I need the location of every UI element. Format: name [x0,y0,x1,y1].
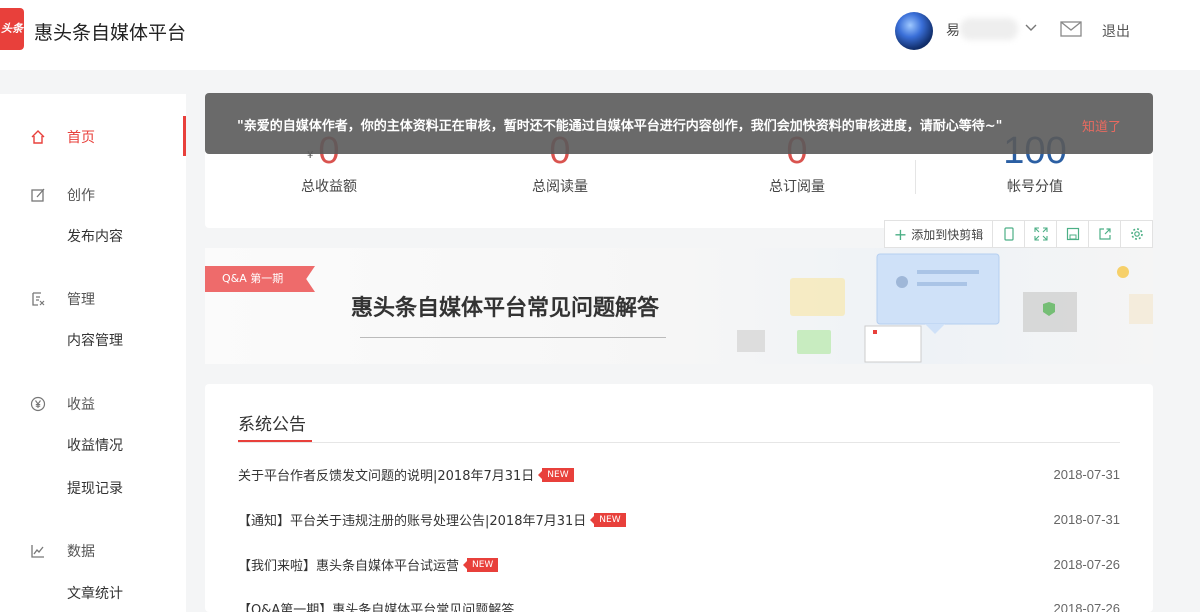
sidebar-item-publish[interactable]: 发布内容 [67,226,123,246]
stat-label: 总订阅量 [769,179,825,195]
sidebar-item-label: 首页 [67,130,95,146]
banner-illustration [737,253,1153,363]
avatar[interactable] [895,12,933,50]
announcements-card [205,384,1153,612]
announcements-divider [238,442,1120,443]
sidebar-item-income-status[interactable]: 收益情况 [67,435,123,455]
banner-divider [360,337,666,338]
chevron-down-icon[interactable] [1024,20,1038,34]
logo[interactable]: 头条 [0,8,24,50]
add-to-clip-label: 添加到快剪辑 [911,227,984,242]
notice-dismiss-button[interactable]: 知道了 [1082,116,1121,135]
mail-icon[interactable] [1060,20,1082,38]
sidebar-item-label: 管理 [67,292,95,308]
announcement-date: 2018-07-26 [1053,557,1121,572]
announcement-row[interactable]: 【通知】平台关于违规注册的账号处理公告|2018年7月31日 NEW 2018-… [238,510,1120,529]
stat-label: 总收益额 [301,179,357,195]
sidebar-item-data[interactable]: 数据 [30,541,95,561]
stat-divider [915,160,916,194]
username-blur [960,18,1018,40]
phone-view-button[interactable] [993,221,1025,247]
sidebar-item-content-manage[interactable]: 内容管理 [67,330,123,350]
notice-text: "亲爱的自媒体作者，你的主体资料正在审核，暂时还不能通过自媒体平台进行内容创作，… [237,119,1003,134]
gear-icon [1130,228,1143,240]
sidebar [0,94,186,612]
announcement-title[interactable]: 关于平台作者反馈发文问题的说明|2018年7月31日 [238,465,534,484]
active-tab-underline [238,440,312,442]
announcement-row[interactable]: 关于平台作者反馈发文问题的说明|2018年7月31日 NEW 2018-07-3… [238,465,1120,484]
home-icon [31,130,45,144]
sidebar-item-label: 数据 [67,544,95,560]
sidebar-item-label: 创作 [67,188,95,204]
new-badge: NEW [590,512,626,527]
sidebar-item-withdraw-records[interactable]: 提现记录 [67,478,123,498]
plus-icon: + [893,224,908,244]
banner-title[interactable]: 惠头条自媒体平台常见问题解答 [351,290,659,322]
announcement-title[interactable]: 【Q&A第一期】惠头条自媒体平台常见问题解答 [238,599,514,612]
clip-toolbar: + 添加到快剪辑 [884,220,1153,248]
sidebar-item-manage[interactable]: 管理 [30,289,95,309]
qa-banner[interactable] [205,248,1153,364]
chart-icon [31,545,44,558]
announcement-title[interactable]: 【通知】平台关于违规注册的账号处理公告|2018年7月31日 [238,510,586,529]
new-badge: NEW [462,557,499,572]
yen-icon [30,396,46,412]
sidebar-item-label: 收益 [67,397,95,413]
add-to-clip-button[interactable]: + 添加到快剪辑 [885,221,993,247]
manage-icon [32,292,45,306]
save-button[interactable] [1057,221,1089,247]
sidebar-item-create[interactable]: 创作 [30,185,95,205]
sidebar-item-article-stats[interactable]: 文章统计 [67,583,123,603]
announcement-row[interactable]: 【我们来啦】惠头条自媒体平台试运营 NEW 2018-07-26 [238,555,1120,574]
qa-issue-tag: Q&A 第一期 [205,266,315,292]
announcement-date: 2018-07-26 [1053,601,1121,612]
share-button[interactable] [1089,221,1121,247]
announcement-date: 2018-07-31 [1053,467,1121,482]
stat-label: 总阅读量 [532,179,588,195]
announcements-tab[interactable]: 系统公告 [238,410,306,435]
settings-button[interactable] [1121,221,1152,247]
fullscreen-button[interactable] [1025,221,1057,247]
sidebar-item-income[interactable]: 收益 [30,394,95,414]
sidebar-item-home[interactable]: 首页 [30,127,95,147]
announcement-title[interactable]: 【我们来啦】惠头条自媒体平台试运营 [238,555,459,574]
announcement-row[interactable]: 【Q&A第一期】惠头条自媒体平台常见问题解答 2018-07-26 [238,599,1120,612]
share-icon [1098,228,1111,240]
save-icon [1066,227,1079,241]
logout-link[interactable]: 退出 [1102,21,1130,41]
announcement-date: 2018-07-31 [1053,512,1121,527]
stat-label: 帐号分值 [1007,179,1063,195]
expand-icon [1033,227,1048,241]
phone-icon [1003,227,1014,241]
new-badge: NEW [538,467,574,482]
active-indicator [183,116,186,156]
brand-title: 惠头条自媒体平台 [34,22,187,44]
edit-icon [31,188,45,202]
